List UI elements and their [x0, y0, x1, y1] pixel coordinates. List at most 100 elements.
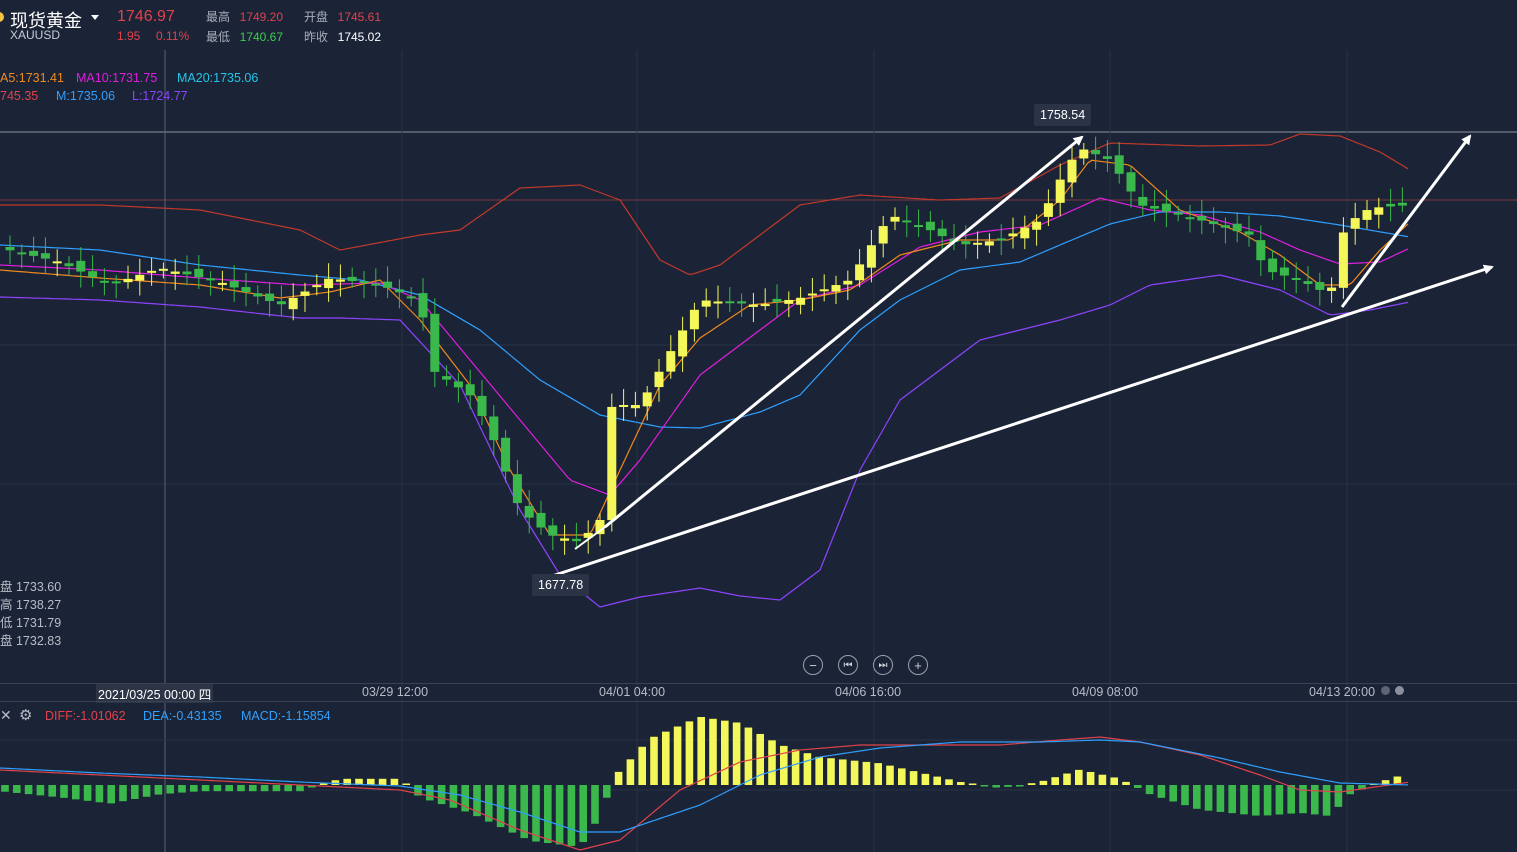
macd-bar — [791, 749, 800, 785]
macd-bar — [933, 776, 941, 785]
max-price-tag: 1758.54 — [1034, 104, 1092, 126]
candle-body — [713, 301, 723, 304]
candle-body — [217, 282, 227, 285]
macd-bar — [154, 785, 163, 795]
collapse-icon[interactable]: ✕ — [0, 707, 12, 724]
macd-bar — [544, 785, 552, 844]
candle-body — [1209, 221, 1219, 225]
macd-bar — [732, 722, 741, 785]
macd-bar — [909, 771, 918, 785]
trend-arrow — [539, 264, 1494, 582]
candle-body — [111, 281, 121, 284]
macd-bar — [213, 785, 222, 792]
candle-body — [194, 268, 204, 278]
candle-body — [335, 279, 345, 282]
macd-bar — [36, 785, 45, 796]
x-tick-label: 03/29 12:00 — [362, 685, 429, 699]
candle-body — [1067, 159, 1077, 183]
candle-body — [359, 281, 369, 284]
macd-bar — [697, 716, 705, 785]
macd-bar — [319, 783, 328, 785]
candle-body — [560, 538, 570, 541]
settings-gear-icon[interactable]: ⚙ — [19, 706, 32, 724]
macd-bar — [1, 785, 9, 792]
macd-bar — [119, 785, 127, 802]
candle-body — [383, 281, 393, 288]
macd-bar — [1252, 785, 1260, 816]
macd-bar — [839, 759, 847, 785]
indicator-dot[interactable] — [1381, 686, 1390, 695]
macd-bar — [378, 778, 387, 785]
candle-body — [88, 271, 98, 277]
macd-bar — [272, 785, 281, 792]
candle-body — [654, 371, 664, 388]
candle-body — [1197, 215, 1207, 221]
macd-bar — [426, 785, 434, 801]
candle-body — [347, 276, 357, 282]
macd-bar — [1145, 785, 1154, 795]
macd-bar — [850, 760, 859, 785]
bollinger-bands — [0, 133, 1409, 608]
chevron-down-icon[interactable] — [91, 15, 99, 20]
candle-body — [619, 405, 629, 407]
quote-prev-close: 昨收 1745.02 — [304, 28, 381, 45]
ma5-line — [0, 159, 1409, 536]
side-high: 高 1738.27 — [0, 598, 62, 612]
scroll-left-button[interactable]: ⏮ — [838, 655, 858, 675]
indicator-dot[interactable] — [1395, 686, 1404, 695]
candle-body — [855, 264, 865, 281]
macd-bar — [874, 763, 882, 785]
macd-bar — [1263, 785, 1272, 816]
macd-bar — [1204, 785, 1213, 811]
candle-body — [324, 278, 334, 289]
candle-body — [489, 416, 499, 441]
price-change: 1.95 — [117, 29, 141, 43]
macd-bar — [1275, 785, 1284, 815]
macd-bar — [449, 785, 458, 808]
candle-body — [961, 241, 971, 245]
candle-body — [772, 298, 782, 303]
quote-high: 最高 1749.20 — [206, 8, 283, 25]
candle-body — [300, 291, 310, 296]
macd-bar — [614, 771, 623, 785]
candle-body — [1173, 212, 1183, 215]
macd-bar — [1299, 785, 1307, 814]
macd-bar — [1086, 771, 1095, 785]
zoom-out-button[interactable]: − — [803, 655, 823, 675]
candle-body — [642, 392, 652, 407]
candle-body — [902, 220, 912, 223]
macd-bar — [1157, 785, 1166, 798]
macd-bar — [131, 785, 139, 799]
macd-bar — [945, 779, 953, 785]
macd-bar — [1240, 785, 1248, 815]
macd-bar — [437, 785, 446, 805]
candle-body — [973, 242, 983, 245]
price-change-pct: 0.11% — [156, 29, 190, 43]
candle-body — [701, 300, 711, 307]
macd-bar — [626, 759, 635, 785]
macd-bar — [980, 785, 989, 787]
scroll-right-button[interactable]: ⏭ — [873, 655, 893, 675]
macd-bar — [95, 785, 104, 803]
macd-bar — [673, 726, 682, 785]
macd-bar — [1134, 785, 1142, 788]
candle-body — [288, 297, 298, 310]
macd-bar — [662, 731, 670, 785]
candle-body — [866, 245, 876, 268]
candle-body — [158, 268, 168, 271]
boll-mid-line — [0, 211, 1409, 429]
macd-bar — [756, 733, 764, 785]
axis-divider — [0, 683, 1517, 684]
candle-body — [1315, 282, 1325, 290]
x-tick-label: 04/09 08:00 — [1072, 685, 1139, 699]
candle-body — [524, 505, 534, 518]
candle-body — [1244, 231, 1254, 235]
candle-body — [1032, 221, 1042, 230]
macd-bar — [1181, 785, 1189, 806]
macd-bar — [1004, 785, 1012, 787]
moving-averages — [0, 159, 1409, 536]
candle-body — [40, 253, 50, 259]
price-chart[interactable] — [0, 0, 1517, 852]
candle-body — [725, 301, 735, 304]
zoom-in-button[interactable]: + — [908, 655, 928, 675]
